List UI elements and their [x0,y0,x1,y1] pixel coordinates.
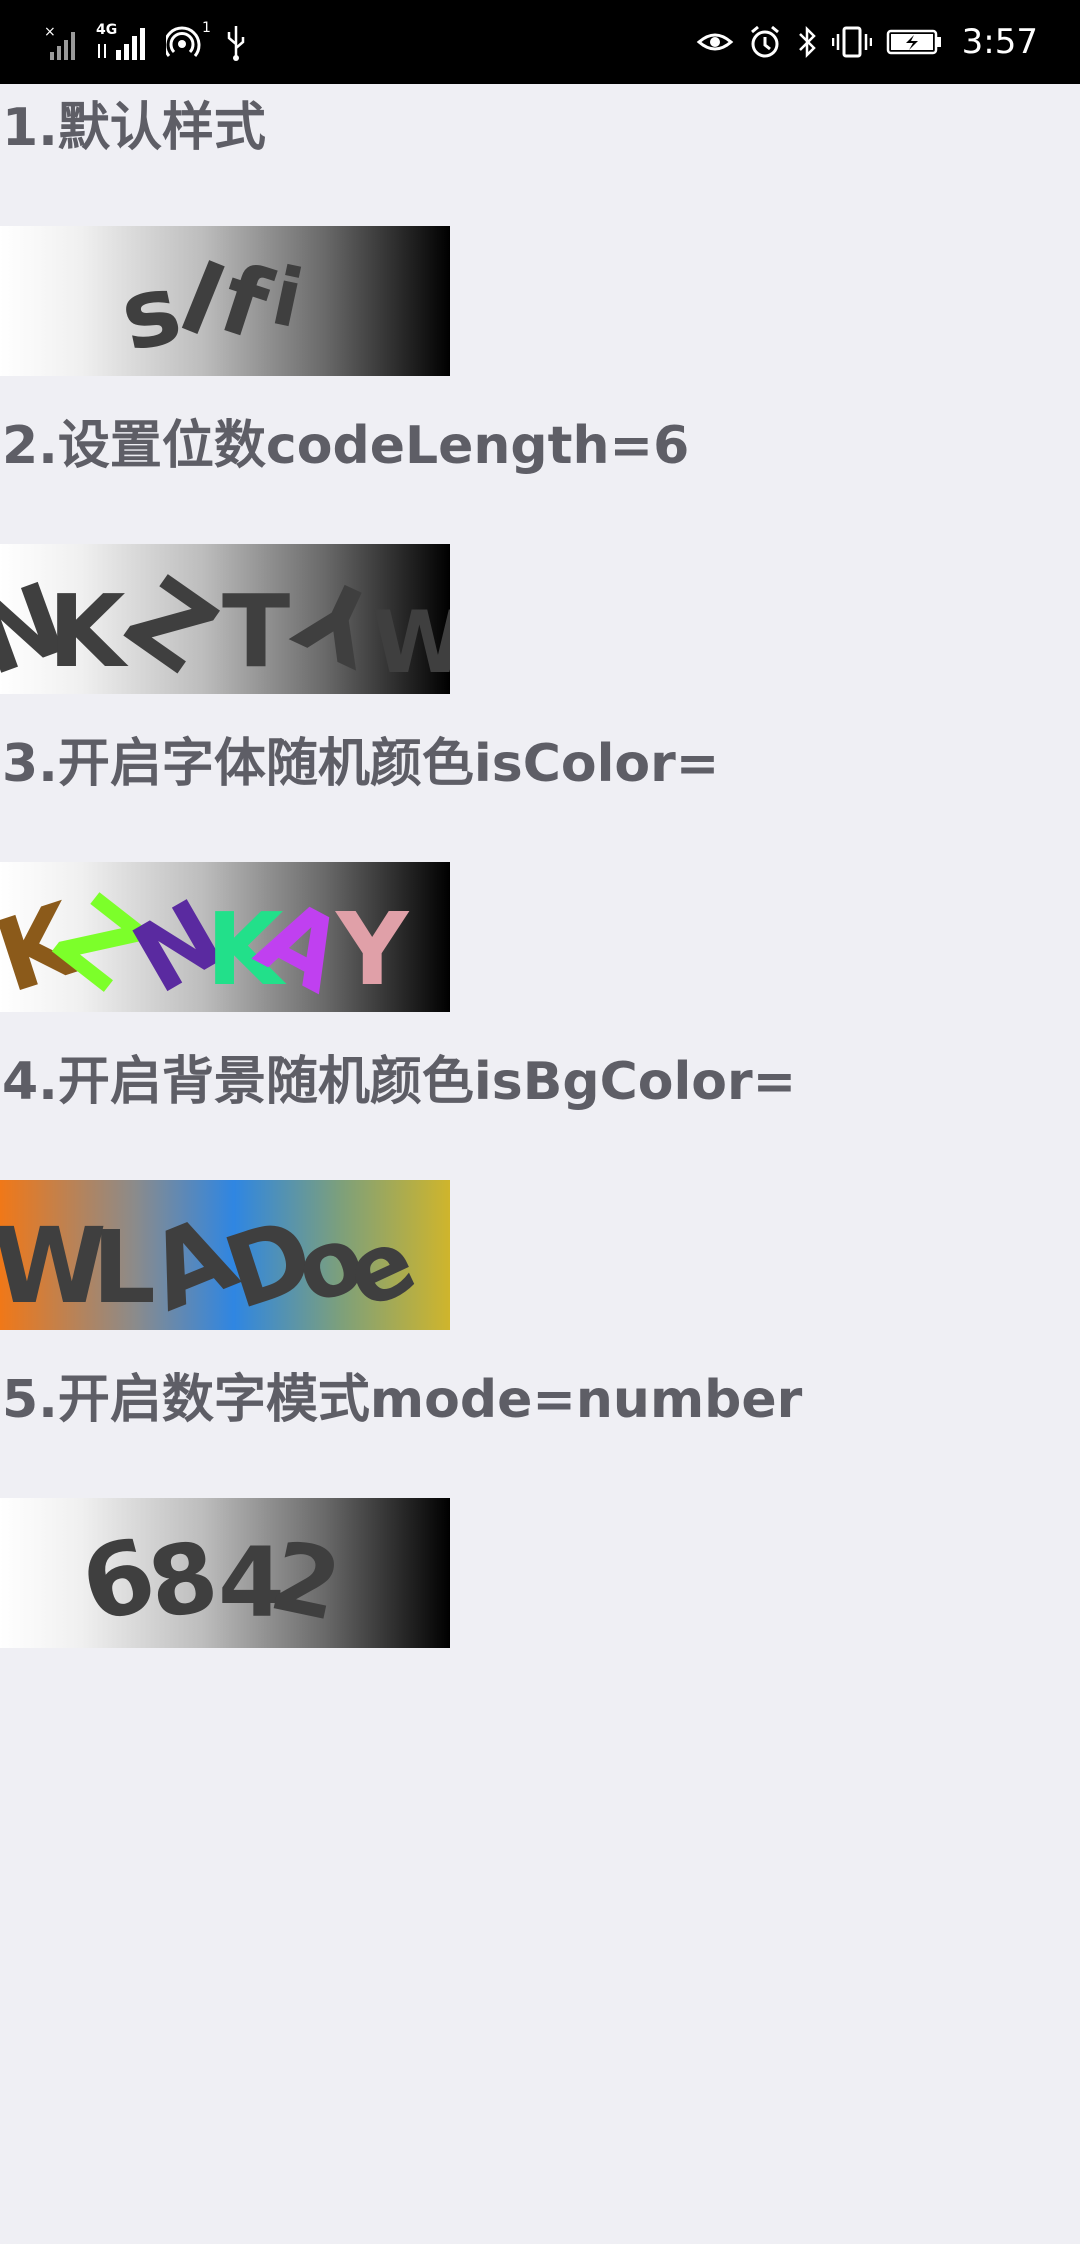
captcha-image-random-font-color[interactable]: K Z N K A Y [0,862,450,1012]
captcha-char: W [0,1205,107,1327]
svg-text:×: × [44,24,56,40]
mobile-signal: 4G [96,22,152,62]
captcha-image-default[interactable]: s l f i [0,226,450,376]
captcha-svg: 6 8 4 2 [70,1515,351,1646]
battery-charging-icon [886,29,941,55]
usb-icon [227,26,245,61]
captcha-svg: s l f i [111,242,310,373]
hotspot: 1 [166,20,211,62]
captcha-image-code-length[interactable]: N K Z T Y W [0,544,450,694]
captcha-svg: N K Z T Y W [0,551,450,694]
captcha-char: W [372,593,450,693]
section-title-code-length: 2.设置位数codeLength=6 [2,416,690,476]
captcha-image-random-bg-color[interactable]: W L A D o e [0,1180,450,1330]
captcha-svg: W L A D o e [0,1192,431,1330]
section-title-default-style: 1.默认样式 [2,98,266,158]
captcha-char: K [48,573,129,690]
captcha-char: T [222,573,290,690]
hotspot-count: 1 [202,20,211,36]
no-sim-signal-icon: × [44,24,75,60]
section-title-random-bg-color: 4.开启背景随机颜色isBgColor= [2,1052,797,1112]
alarm-icon [750,25,779,58]
status-bar: × 4G 1 3:57 [0,0,1080,84]
bluetooth-icon [798,25,816,59]
eye-comfort-icon [696,33,733,51]
captcha-svg: K Z N K A Y [0,872,410,1012]
clock: 3:57 [961,22,1038,62]
captcha-char: Y [335,891,410,1008]
mobile-signal-icon [98,28,145,60]
captcha-image-number-mode[interactable]: 6 8 4 2 [0,1498,450,1648]
hotspot-icon [166,26,201,57]
vibrate-icon [831,26,872,58]
section-title-number-mode: 5.开启数字模式mode=number [2,1370,803,1430]
section-title-random-font-color: 3.开启字体随机颜色isColor= [2,734,720,794]
